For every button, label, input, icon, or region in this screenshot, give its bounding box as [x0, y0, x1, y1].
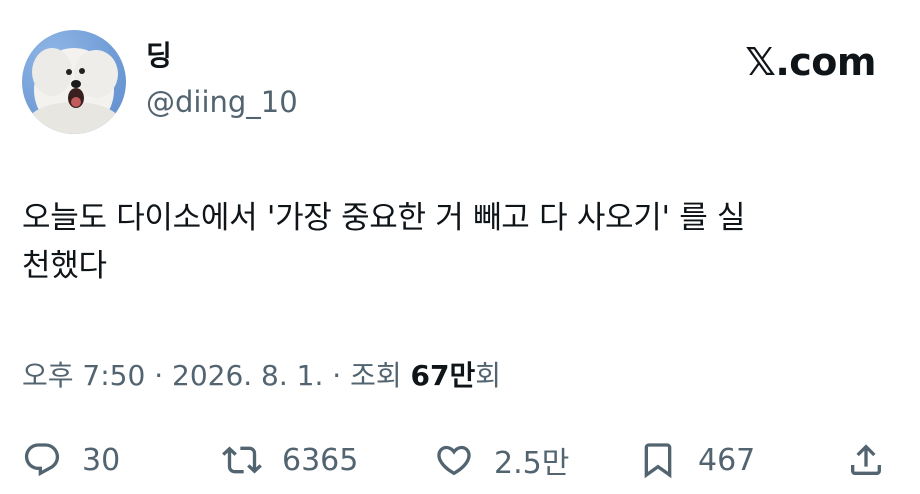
bookmark-button[interactable]: 467 — [638, 436, 755, 484]
like-button[interactable]: 2.5만 — [434, 436, 569, 484]
heart-icon — [434, 440, 474, 480]
avatar[interactable] — [22, 30, 126, 134]
avatar-dog-image — [28, 48, 120, 134]
tweet-text: 오늘도 다이소에서 '가장 중요한 거 빼고 다 사오기' 를 실 천했다 — [22, 200, 746, 284]
x-logo: 𝕏.com — [745, 40, 876, 84]
bookmark-count: 467 — [698, 442, 756, 478]
reply-button[interactable]: 30 — [22, 436, 120, 484]
retweet-count: 6365 — [282, 442, 359, 478]
user-handle[interactable]: @diing_10 — [146, 84, 298, 120]
display-name[interactable]: 딩 — [146, 38, 172, 74]
view-count: 67만 — [410, 359, 476, 392]
like-count: 2.5만 — [494, 446, 570, 481]
retweet-icon — [222, 440, 262, 480]
share-button[interactable] — [846, 436, 886, 484]
reply-count: 30 — [82, 442, 121, 478]
action-bar: 30 6365 2.5만 467 — [0, 436, 920, 484]
bookmark-icon — [638, 440, 678, 480]
retweet-button[interactable]: 6365 — [222, 436, 358, 484]
view-suffix: 회 — [475, 359, 502, 392]
timestamp[interactable]: 오후 7:50 · 2026. 8. 1. · 조회 — [22, 359, 411, 392]
reply-icon — [22, 440, 62, 480]
share-icon — [846, 440, 886, 480]
tweet-meta: 오후 7:50 · 2026. 8. 1. · 조회 67만회 — [22, 356, 501, 396]
